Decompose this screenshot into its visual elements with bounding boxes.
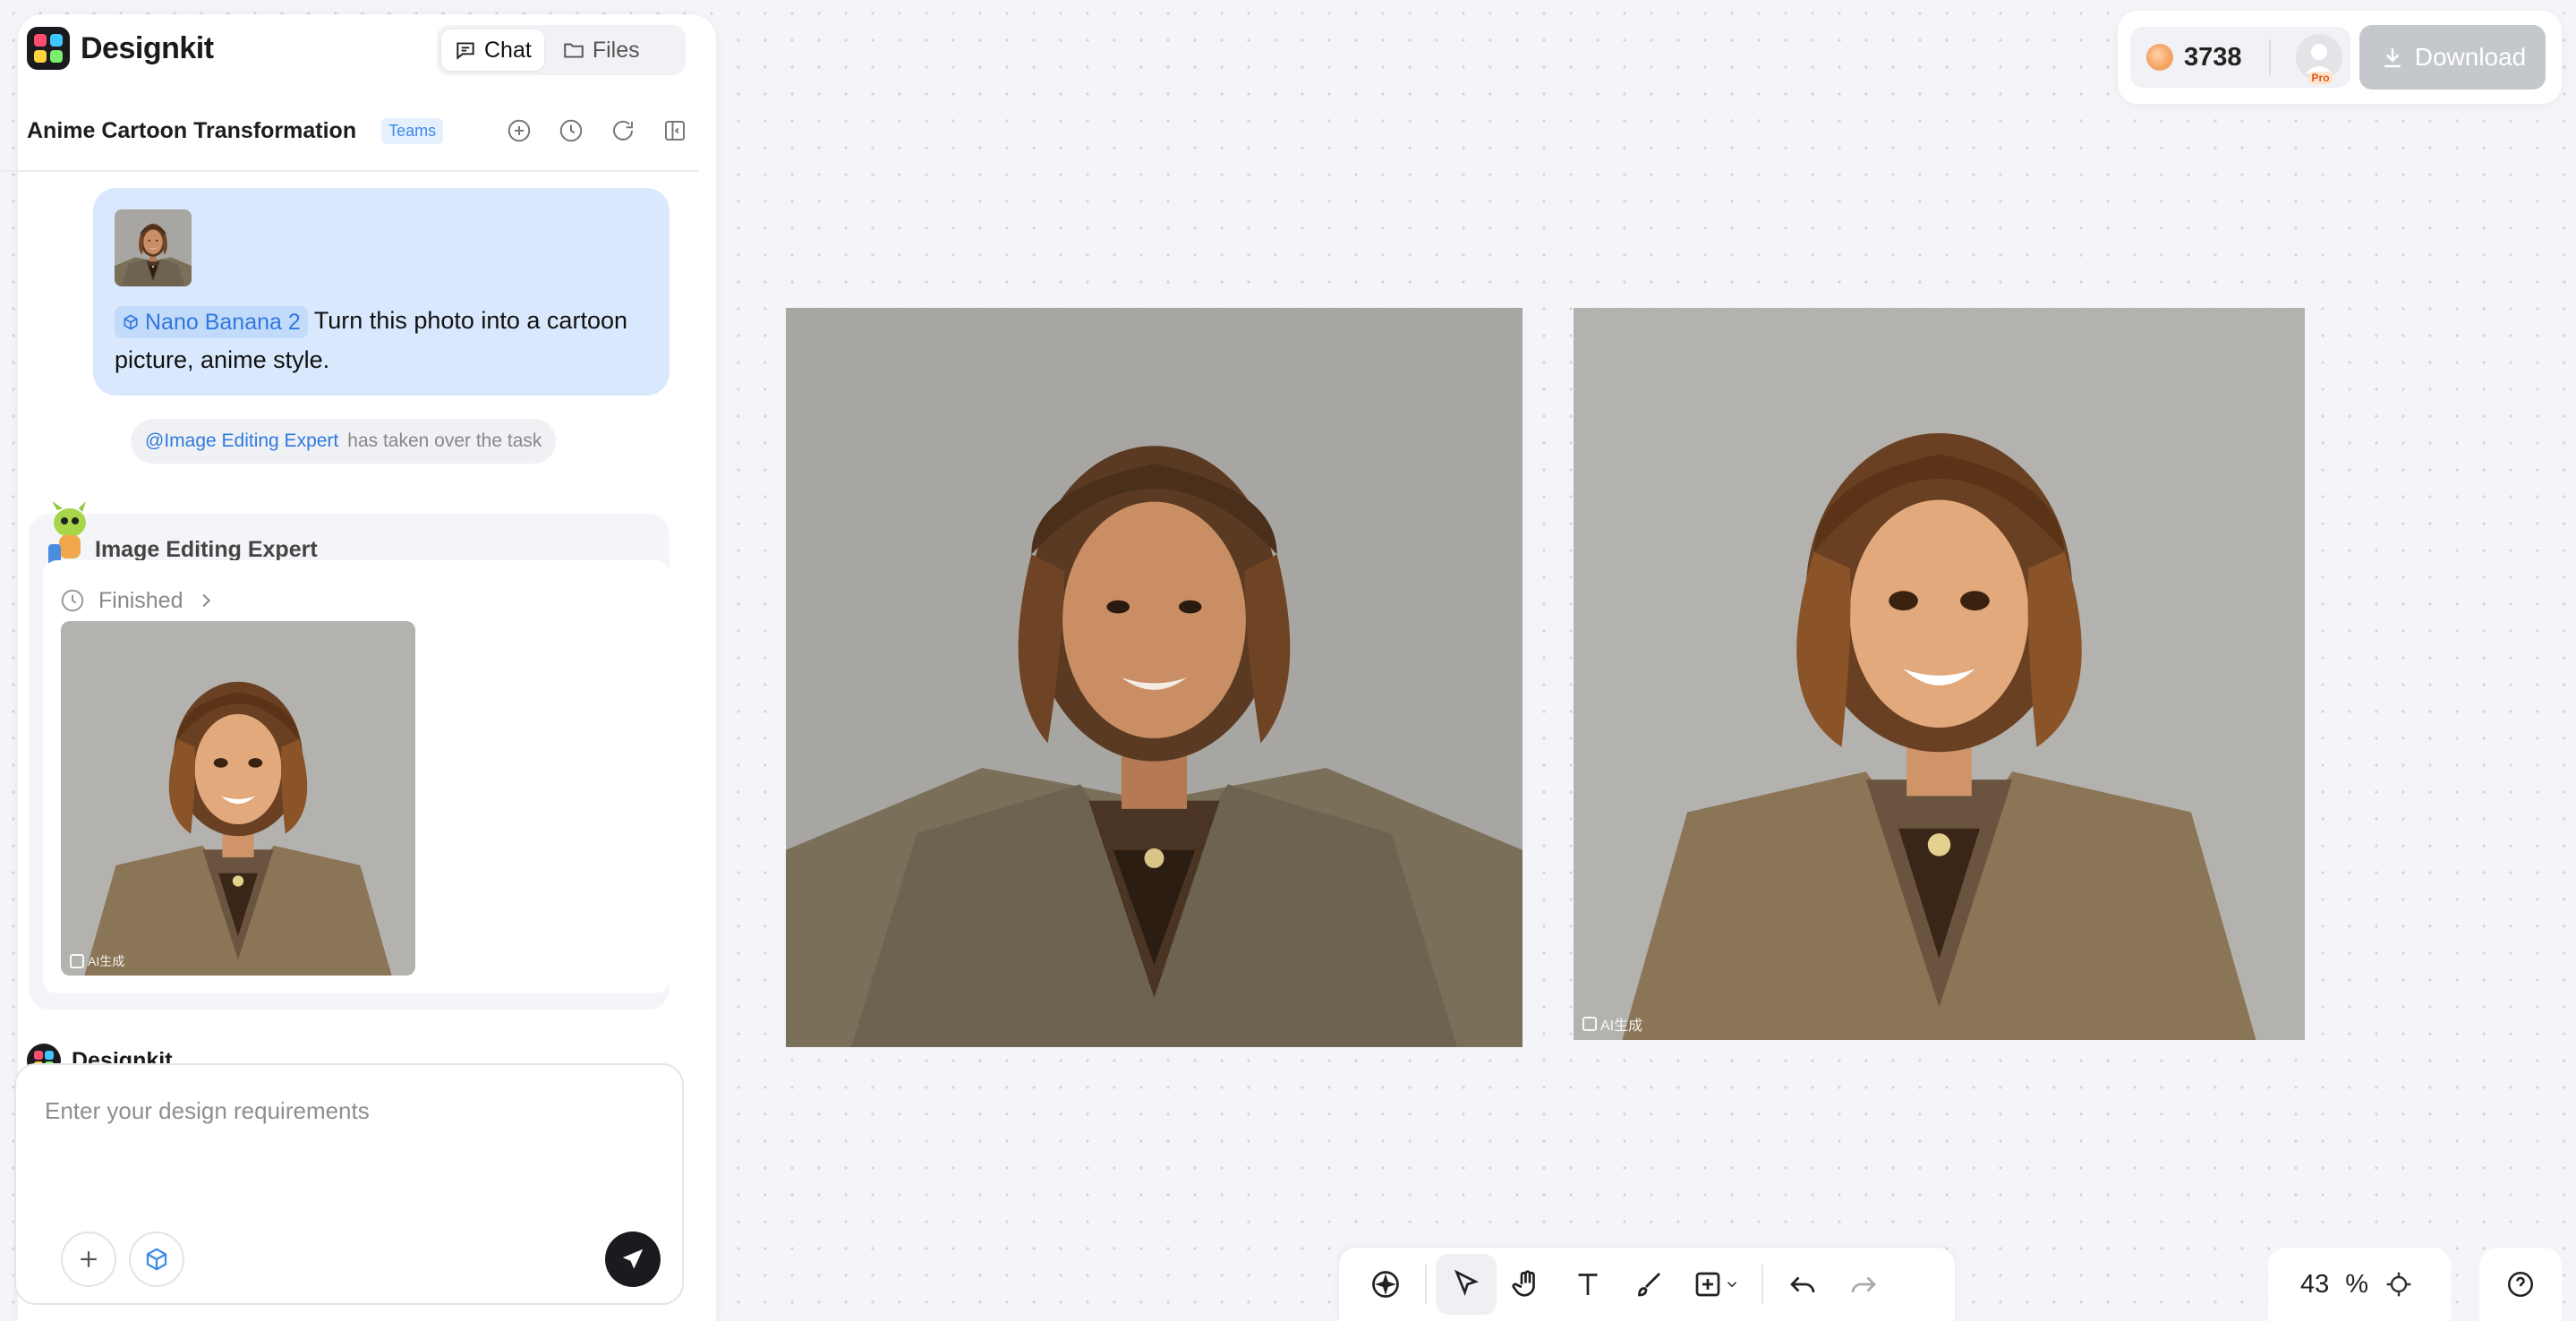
header-tools: [505, 116, 689, 145]
add-element-icon: [1372, 1271, 1399, 1298]
help-icon: [2507, 1271, 2534, 1298]
status-clock-icon: [61, 589, 84, 612]
view-switcher: Chat Files: [437, 25, 686, 75]
download-label: Download: [2414, 43, 2527, 71]
result-image-thumbnail[interactable]: AI生成: [61, 621, 415, 976]
conversation-title[interactable]: Anime Cartoon Transformation: [27, 118, 356, 144]
text-icon: [1578, 1274, 1598, 1295]
insert-frame-tool[interactable]: [1679, 1254, 1753, 1315]
hand-pan-icon: [1512, 1270, 1535, 1297]
cube-icon: [146, 1248, 167, 1271]
zoom-control: 43 %: [2268, 1248, 2451, 1321]
chevron-down-icon: [1727, 1282, 1737, 1288]
composer: [14, 1063, 684, 1305]
history-icon: [559, 119, 583, 142]
handoff-text: has taken over the task: [347, 430, 542, 451]
toolbar-separator: [1425, 1265, 1427, 1304]
collapse-panel-button[interactable]: [661, 116, 689, 145]
credits-widget[interactable]: 3738 Pro: [2130, 27, 2350, 88]
refresh-button[interactable]: [609, 116, 637, 145]
zoom-unit: %: [2345, 1269, 2369, 1299]
ai-watermark-text: AI生成: [88, 954, 125, 968]
task-status-toggle[interactable]: Finished: [59, 587, 216, 614]
model-chip[interactable]: Nano Banana 2: [115, 305, 308, 338]
ai-watermark-text: AI生成: [1600, 1018, 1643, 1034]
brush-icon: [1638, 1273, 1660, 1297]
user-message-bubble: Nano Banana 2 Turn this photo into a car…: [93, 188, 670, 396]
download-button[interactable]: Download: [2359, 25, 2546, 89]
canvas-original-photo[interactable]: [786, 308, 1523, 1047]
brand[interactable]: Designkit: [27, 27, 214, 70]
ai-watermark: AI生成: [70, 952, 124, 970]
coin-icon: [2146, 44, 2173, 71]
canvas-toolbar: [1339, 1248, 1955, 1321]
chat-bubble-icon: [456, 42, 474, 60]
ai-watermark: AI生成: [1582, 1013, 1642, 1035]
pro-badge: Pro: [2307, 72, 2333, 84]
handoff-notice: @Image Editing Expert has taken over the…: [131, 419, 557, 464]
user-avatar[interactable]: Pro: [2295, 34, 2342, 84]
conversation-header: Anime Cartoon Transformation Teams: [27, 116, 689, 145]
new-chat-icon: [508, 119, 531, 142]
app-name: Designkit: [81, 30, 214, 65]
help-button[interactable]: [2479, 1248, 2562, 1321]
tab-chat-label: Chat: [484, 37, 532, 63]
new-chat-button[interactable]: [505, 116, 533, 145]
credits-separator: [2268, 39, 2271, 75]
tab-files-label: Files: [592, 37, 640, 63]
redo-button[interactable]: [1833, 1254, 1894, 1315]
select-tool[interactable]: [1436, 1254, 1497, 1315]
send-button[interactable]: [605, 1232, 661, 1287]
refresh-icon: [613, 120, 633, 141]
cube-icon: [124, 314, 138, 330]
model-select-button[interactable]: [129, 1232, 184, 1287]
attach-button[interactable]: [61, 1232, 116, 1287]
insert-frame-icon: [1695, 1272, 1720, 1297]
canvas-cartoon-result[interactable]: AI生成: [1574, 308, 2305, 1040]
collapse-panel-icon: [665, 121, 685, 141]
credit-balance: 3738: [2184, 42, 2242, 72]
select-pointer-icon: [1454, 1269, 1480, 1296]
download-icon: [2384, 48, 2401, 68]
send-icon: [622, 1249, 644, 1269]
handoff-agent-mention[interactable]: @Image Editing Expert: [145, 430, 338, 452]
model-chip-label: Nano Banana 2: [145, 309, 301, 335]
top-right-bar: 3738 Pro Download: [2118, 11, 2562, 104]
designkit-logo: [27, 27, 70, 70]
tab-files[interactable]: Files: [550, 30, 653, 71]
header-divider: [0, 170, 698, 172]
toolbar-separator: [1761, 1265, 1763, 1304]
history-button[interactable]: [557, 116, 585, 145]
expert-name: Image Editing Expert: [95, 537, 318, 562]
fit-to-screen-icon[interactable]: [2384, 1270, 2413, 1299]
user-message: Nano Banana 2 Turn this photo into a car…: [115, 301, 648, 379]
undo-icon: [1790, 1276, 1815, 1293]
teams-badge: Teams: [381, 117, 444, 144]
brush-tool[interactable]: [1618, 1254, 1679, 1315]
prompt-input[interactable]: [45, 1097, 653, 1125]
folder-icon: [564, 43, 584, 58]
chevron-right-icon: [202, 593, 210, 608]
add-element-button[interactable]: [1355, 1254, 1416, 1315]
pan-tool[interactable]: [1497, 1254, 1557, 1315]
uploaded-photo-thumbnail[interactable]: [115, 209, 192, 286]
undo-button[interactable]: [1772, 1254, 1833, 1315]
zoom-value[interactable]: 43: [2300, 1270, 2329, 1300]
text-tool[interactable]: [1557, 1254, 1618, 1315]
task-status: Finished: [98, 587, 183, 613]
redo-icon: [1851, 1276, 1876, 1293]
plus-icon: [81, 1251, 97, 1267]
tab-chat[interactable]: Chat: [441, 30, 544, 71]
